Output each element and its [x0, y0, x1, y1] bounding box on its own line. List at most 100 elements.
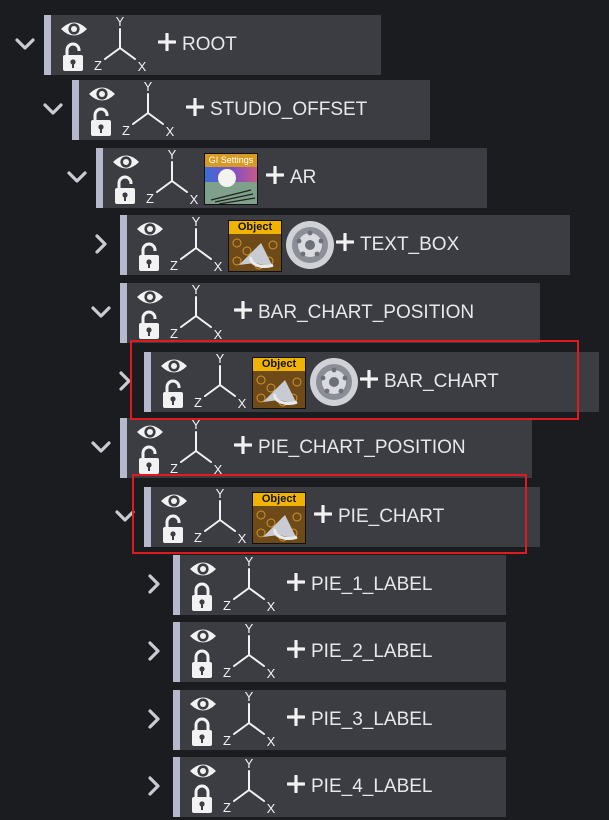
add-plus-icon[interactable] [286, 572, 306, 592]
svg-text:X: X [267, 599, 276, 613]
visibility-eye-icon[interactable] [188, 624, 218, 648]
tree-node-row[interactable]: Y Z X PIE_1_LABEL [143, 554, 506, 615]
node-name: PIE_CHART_POSITION [258, 437, 466, 458]
expand-chevron-icon[interactable] [143, 573, 165, 595]
unlocked-padlock-icon[interactable] [136, 242, 162, 272]
geometry-wheel-icon[interactable] [284, 219, 336, 271]
node-side-bar [120, 418, 127, 478]
node-box[interactable]: Y Z X PIE_CHART_POSITION [120, 417, 532, 478]
expand-chevron-icon[interactable] [143, 775, 165, 797]
tree-node-row[interactable]: Y Z X Object PIE_CHART [114, 486, 540, 547]
locked-padlock-icon[interactable] [189, 649, 215, 679]
tree-node-row[interactable]: Y Z X PIE_4_LABEL [143, 756, 506, 817]
node-box[interactable]: Y Z X Object PIE_CHART [144, 486, 540, 547]
node-box[interactable]: Y Z X Object TEXT_BOX [120, 214, 570, 275]
add-plus-icon[interactable] [265, 165, 285, 185]
tree-node-row[interactable]: Y Z X PIE_2_LABEL [143, 621, 506, 682]
unlocked-padlock-icon[interactable] [136, 445, 162, 475]
transform-axes-icon: Y Z X [120, 79, 176, 139]
visibility-eye-icon[interactable] [159, 354, 189, 378]
gi-settings-texture-icon[interactable]: GI Settings [204, 153, 258, 205]
transform-axes-icon: Y Z X [92, 14, 148, 74]
unlocked-padlock-icon[interactable] [160, 514, 186, 544]
visibility-eye-icon[interactable] [87, 82, 117, 106]
locked-padlock-icon[interactable] [189, 582, 215, 612]
unlocked-padlock-icon[interactable] [88, 107, 114, 137]
node-box[interactable]: Y Z X PIE_4_LABEL [173, 756, 506, 817]
tree-node-row[interactable]: Y Z X GI Settings AR [66, 147, 487, 208]
node-box[interactable]: Y Z X ROOT [44, 14, 381, 75]
unlocked-padlock-icon[interactable] [60, 42, 86, 72]
tree-node-row[interactable]: Y Z X STUDIO_OFFSET [42, 79, 430, 140]
visibility-eye-icon[interactable] [159, 489, 189, 513]
node-box[interactable]: Y Z X BAR_CHART_POSITION [120, 282, 540, 343]
svg-text:Y: Y [192, 285, 201, 297]
locked-padlock-icon[interactable] [189, 784, 215, 814]
object-texture-icon[interactable]: Object [228, 220, 282, 272]
node-box[interactable]: Y Z X PIE_1_LABEL [173, 554, 506, 615]
geometry-wheel-icon[interactable] [308, 356, 360, 408]
svg-text:Y: Y [192, 217, 201, 229]
visibility-eye-icon[interactable] [135, 285, 165, 309]
unlocked-padlock-icon[interactable] [160, 379, 186, 409]
svg-text:Y: Y [245, 759, 254, 771]
visibility-eye-icon[interactable] [111, 150, 141, 174]
svg-text:X: X [166, 124, 175, 138]
add-plus-icon[interactable] [286, 707, 306, 727]
svg-text:Y: Y [192, 420, 201, 432]
add-plus-icon[interactable] [233, 435, 253, 455]
collapse-chevron-icon[interactable] [90, 436, 112, 458]
visibility-eye-icon[interactable] [188, 759, 218, 783]
unlocked-padlock-icon[interactable] [136, 310, 162, 340]
unlocked-padlock-icon[interactable] [112, 175, 138, 205]
visibility-eye-icon[interactable] [135, 420, 165, 444]
add-plus-icon[interactable] [313, 504, 333, 524]
visibility-eye-icon[interactable] [59, 17, 89, 41]
object-texture-icon[interactable]: Object [252, 357, 306, 409]
svg-text:X: X [267, 734, 276, 748]
collapse-chevron-icon[interactable] [114, 505, 136, 527]
add-plus-icon[interactable] [157, 32, 177, 52]
node-box[interactable]: Y Z X GI Settings AR [96, 147, 487, 208]
node-side-bar [144, 352, 151, 412]
node-name: ROOT [182, 34, 237, 55]
tree-node-row[interactable]: Y Z X Object BAR_CHART [114, 351, 599, 412]
locked-padlock-icon[interactable] [189, 717, 215, 747]
tree-node-row[interactable]: Y Z X PIE_3_LABEL [143, 689, 506, 750]
node-box[interactable]: Y Z X PIE_2_LABEL [173, 621, 506, 682]
expand-chevron-icon[interactable] [143, 640, 165, 662]
visibility-eye-icon[interactable] [188, 557, 218, 581]
collapse-chevron-icon[interactable] [42, 98, 64, 120]
svg-text:X: X [267, 666, 276, 680]
add-plus-icon[interactable] [185, 97, 205, 117]
add-plus-icon[interactable] [335, 232, 355, 252]
tree-node-row[interactable]: Y Z X ROOT [14, 14, 381, 75]
add-plus-icon[interactable] [233, 300, 253, 320]
add-plus-icon[interactable] [359, 369, 379, 389]
expand-chevron-icon[interactable] [143, 708, 165, 730]
collapse-chevron-icon[interactable] [90, 301, 112, 323]
object-texture-icon[interactable]: Object [252, 492, 306, 544]
tree-node-row[interactable]: Y Z X PIE_CHART_POSITION [90, 417, 532, 478]
tree-node-row[interactable]: Y Z X Object TEXT_BOX [90, 214, 570, 275]
expand-chevron-icon[interactable] [114, 370, 136, 392]
node-name: TEXT_BOX [360, 234, 460, 255]
collapse-chevron-icon[interactable] [14, 33, 36, 55]
svg-text:X: X [267, 801, 276, 815]
visibility-eye-icon[interactable] [135, 217, 165, 241]
add-plus-icon[interactable] [286, 639, 306, 659]
node-side-bar [44, 15, 51, 75]
node-box[interactable]: Y Z X STUDIO_OFFSET [72, 79, 430, 140]
node-side-bar [144, 487, 151, 547]
svg-text:Z: Z [146, 191, 154, 206]
collapse-chevron-icon[interactable] [66, 166, 88, 188]
expand-chevron-icon[interactable] [90, 233, 112, 255]
visibility-eye-icon[interactable] [188, 692, 218, 716]
svg-text:Y: Y [216, 354, 225, 366]
node-box[interactable]: Y Z X Object BAR_CHART [144, 351, 599, 412]
add-plus-icon[interactable] [286, 774, 306, 794]
node-side-bar [173, 622, 180, 682]
node-box[interactable]: Y Z X PIE_3_LABEL [173, 689, 506, 750]
node-name: PIE_1_LABEL [311, 574, 433, 595]
tree-node-row[interactable]: Y Z X BAR_CHART_POSITION [90, 282, 540, 343]
